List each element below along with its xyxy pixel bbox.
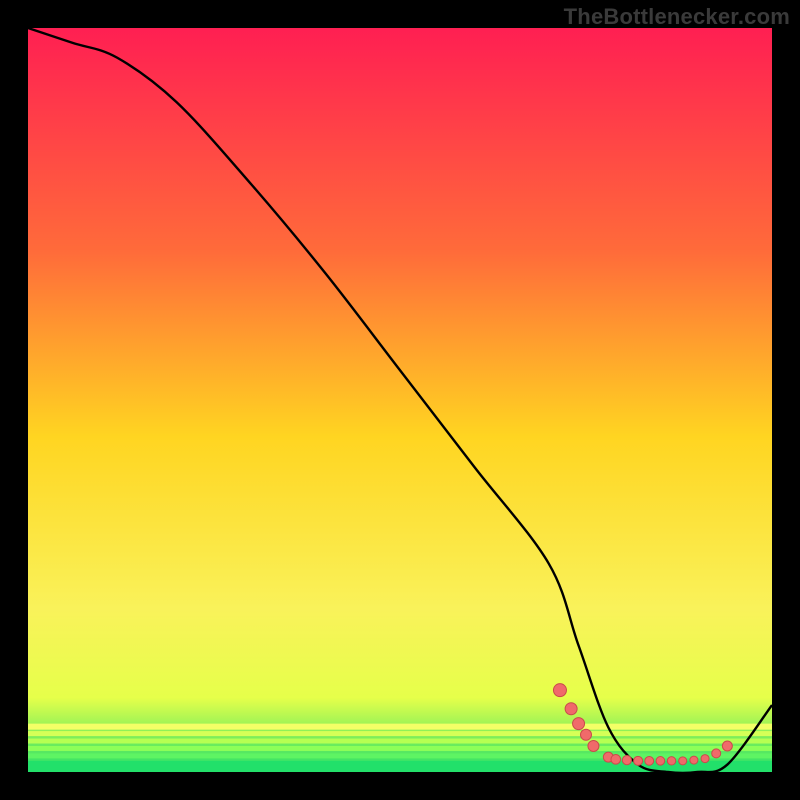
bottleneck-chart xyxy=(0,0,800,800)
marker-dot xyxy=(581,729,592,740)
marker-dot xyxy=(553,684,566,697)
marker-dot xyxy=(656,757,665,766)
marker-dot xyxy=(679,757,687,765)
marker-dot xyxy=(611,755,621,765)
marker-dot xyxy=(645,756,654,765)
marker-dot xyxy=(712,749,721,758)
marker-dot xyxy=(634,756,643,765)
marker-dot xyxy=(701,755,709,763)
plot-background xyxy=(28,28,772,772)
marker-dot xyxy=(622,755,631,764)
chart-stage: TheBottlenecker.com xyxy=(0,0,800,800)
marker-dot xyxy=(573,718,585,730)
marker-dot xyxy=(588,740,599,751)
marker-dot xyxy=(667,757,675,765)
marker-dot xyxy=(565,703,577,715)
marker-dot xyxy=(690,756,698,764)
marker-dot xyxy=(722,741,732,751)
